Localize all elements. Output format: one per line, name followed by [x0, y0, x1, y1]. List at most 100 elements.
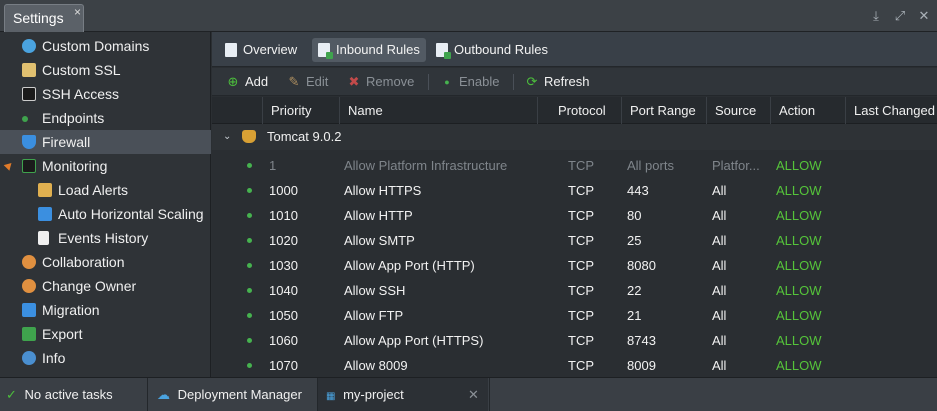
tasks-status[interactable]: ✓ No active tasks: [6, 378, 113, 411]
column-header-last-changed[interactable]: Last Changed: [845, 97, 937, 124]
sidebar-item-firewall[interactable]: Firewall: [0, 130, 211, 154]
expand-toggle-icon[interactable]: [3, 160, 15, 171]
tab-overview[interactable]: Overview: [219, 38, 303, 62]
rule-protocol: TCP: [568, 283, 594, 298]
toolbar-divider: [428, 74, 429, 90]
enable-button[interactable]: ● Enable: [439, 74, 499, 90]
sidebar-item-info[interactable]: Info: [0, 346, 211, 370]
info-icon: [22, 351, 36, 365]
status-divider: [147, 378, 148, 411]
edit-button[interactable]: ✎ Edit: [286, 74, 329, 90]
rule-source: All: [712, 283, 727, 298]
sidebar-item-label: Change Owner: [42, 278, 137, 294]
download-icon[interactable]: ⤓: [869, 8, 883, 24]
column-header-priority[interactable]: Priority: [262, 97, 339, 124]
status-divider: [489, 378, 490, 411]
settings-sidebar: Custom Domains Custom SSL SSH Access End…: [0, 32, 211, 377]
close-tab-icon[interactable]: ×: [74, 5, 81, 19]
rule-ports: 25: [627, 233, 642, 248]
rule-name: Allow 8009: [344, 358, 408, 373]
firewall-tabs: Overview Inbound Rules Outbound Rules: [212, 32, 937, 67]
sidebar-item-export[interactable]: Export: [0, 322, 211, 346]
sidebar-item-migration[interactable]: Migration: [0, 298, 211, 322]
rule-source: All: [712, 358, 727, 373]
expand-icon[interactable]: ⤢: [893, 8, 907, 24]
status-dot-icon: [247, 213, 252, 218]
project-label: my-project: [343, 387, 404, 402]
migration-icon: [22, 303, 36, 317]
close-project-tab-icon[interactable]: ✕: [468, 378, 479, 411]
rules-grid-header: Priority Name Protocol Port Range Source…: [212, 97, 937, 124]
table-row[interactable]: 1030 Allow App Port (HTTP) TCP 8080 All …: [212, 253, 937, 278]
rule-priority: 1010: [269, 208, 298, 223]
sidebar-item-events-history[interactable]: Events History: [0, 226, 211, 250]
refresh-button[interactable]: ⟳ Refresh: [524, 74, 590, 90]
main-panel: Overview Inbound Rules Outbound Rules ⊕ …: [212, 32, 937, 377]
status-bar: ✓ No active tasks ☁ Deployment Manager ▦…: [0, 377, 937, 411]
group-row-tomcat[interactable]: ⌄ Tomcat 9.0.2: [212, 124, 937, 150]
settings-tab[interactable]: Settings ×: [4, 4, 84, 32]
table-row[interactable]: 1020 Allow SMTP TCP 25 All ALLOW: [212, 228, 937, 253]
project-tab-label[interactable]: ▦ my-project: [326, 378, 404, 411]
rules-toolbar: ⊕ Add ✎ Edit ✖ Remove ● Enable ⟳ Refresh: [212, 68, 937, 96]
table-row[interactable]: 1040 Allow SSH TCP 22 All ALLOW: [212, 278, 937, 303]
sidebar-item-change-owner[interactable]: Change Owner: [0, 274, 211, 298]
globe-icon: [22, 39, 36, 53]
sidebar-item-label: Custom SSL: [42, 62, 121, 78]
column-header-source[interactable]: Source: [706, 97, 770, 124]
sidebar-item-monitoring[interactable]: Monitoring: [0, 154, 211, 178]
sidebar-item-collaboration[interactable]: Collaboration: [0, 250, 211, 274]
sidebar-item-ssh-access[interactable]: SSH Access: [0, 82, 211, 106]
table-row[interactable]: 1060 Allow App Port (HTTPS) TCP 8743 All…: [212, 328, 937, 353]
add-icon: ⊕: [227, 74, 239, 89]
chevron-down-icon[interactable]: ⌄: [223, 124, 231, 150]
table-row[interactable]: 1000 Allow HTTPS TCP 443 All ALLOW: [212, 178, 937, 203]
tab-outbound-rules[interactable]: Outbound Rules: [430, 38, 554, 62]
close-icon[interactable]: ✕: [917, 8, 931, 24]
rule-source: Platfor...: [712, 158, 760, 173]
rule-name: Allow Platform Infrastructure: [344, 158, 508, 173]
tab-inbound-rules[interactable]: Inbound Rules: [312, 38, 426, 62]
column-header-port-range[interactable]: Port Range: [621, 97, 706, 124]
sidebar-item-label: Events History: [58, 230, 149, 246]
table-row[interactable]: 1 Allow Platform Infrastructure TCP All …: [212, 153, 937, 178]
document-icon: [38, 231, 49, 245]
column-header-name[interactable]: Name: [339, 97, 537, 124]
title-bar: Settings × ⤓ ⤢ ✕: [0, 0, 937, 32]
rule-ports: 8009: [627, 358, 656, 373]
rule-name: Allow HTTPS: [344, 183, 422, 198]
add-button[interactable]: ⊕ Add: [225, 74, 269, 90]
rule-priority: 1020: [269, 233, 298, 248]
cloud-upload-icon: ☁: [157, 387, 170, 402]
rule-source: All: [712, 233, 727, 248]
table-row[interactable]: 1070 Allow 8009 TCP 8009 All ALLOW: [212, 353, 937, 378]
deployment-manager-tab[interactable]: ☁ Deployment Manager: [157, 378, 302, 411]
sidebar-item-label: Firewall: [42, 134, 91, 150]
rule-action: ALLOW: [776, 233, 822, 248]
table-row[interactable]: 1010 Allow HTTP TCP 80 All ALLOW: [212, 203, 937, 228]
sidebar-item-label: Info: [42, 350, 66, 366]
sidebar-item-auto-horizontal-scaling[interactable]: Auto Horizontal Scaling: [0, 202, 211, 226]
sidebar-item-custom-ssl[interactable]: Custom SSL: [0, 58, 211, 82]
sidebar-item-custom-domains[interactable]: Custom Domains: [0, 34, 211, 58]
rule-name: Allow HTTP: [344, 208, 413, 223]
status-dot-icon: [247, 188, 252, 193]
rule-source: All: [712, 308, 727, 323]
column-header-protocol[interactable]: Protocol: [537, 97, 621, 124]
rule-priority: 1040: [269, 283, 298, 298]
rule-action: ALLOW: [776, 183, 822, 198]
enable-label: Enable: [459, 74, 500, 89]
tab-label: Inbound Rules: [336, 42, 420, 57]
rule-action: ALLOW: [776, 283, 822, 298]
mail-alert-icon: [38, 183, 52, 197]
rule-priority: 1030: [269, 258, 298, 273]
remove-button[interactable]: ✖ Remove: [346, 74, 415, 90]
sidebar-item-load-alerts[interactable]: Load Alerts: [0, 178, 211, 202]
rule-action: ALLOW: [776, 308, 822, 323]
status-dot-icon: [247, 288, 252, 293]
table-row[interactable]: 1050 Allow FTP TCP 21 All ALLOW: [212, 303, 937, 328]
column-header-action[interactable]: Action: [770, 97, 845, 124]
sidebar-item-label: Custom Domains: [42, 38, 150, 54]
sidebar-item-endpoints[interactable]: Endpoints: [0, 106, 211, 130]
rule-priority: 1050: [269, 308, 298, 323]
